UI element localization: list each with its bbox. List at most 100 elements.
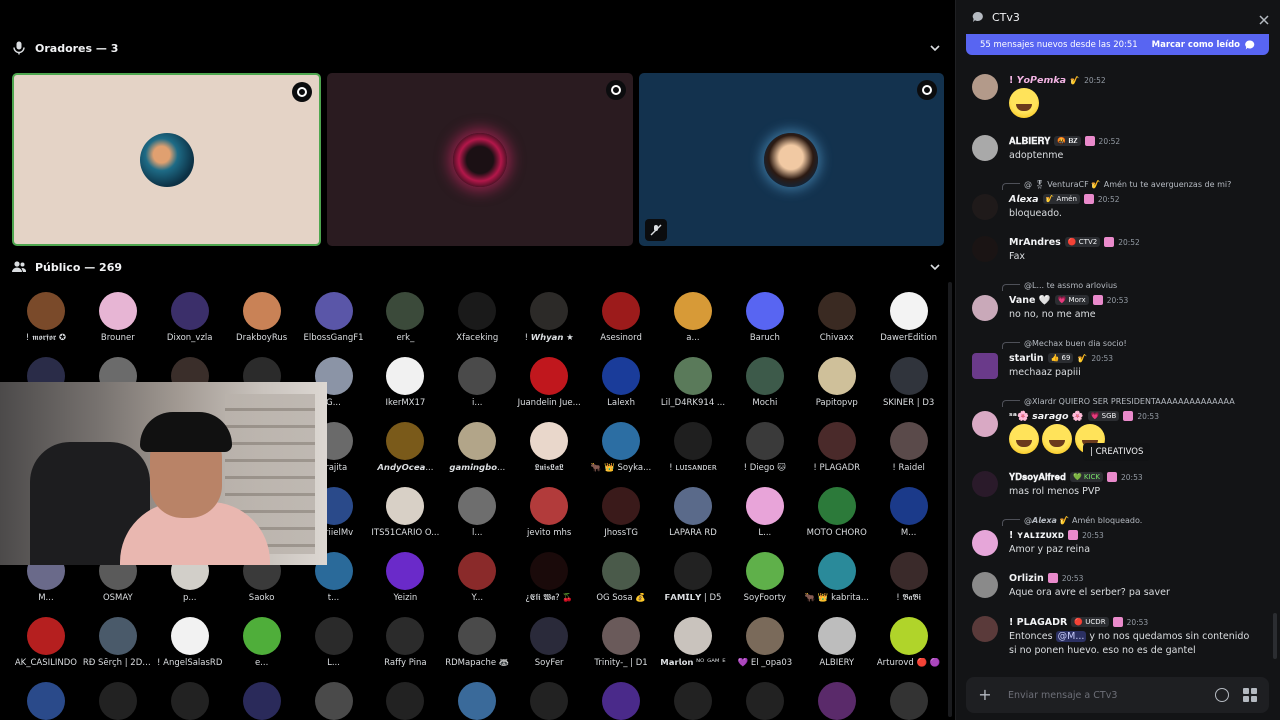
reply-preview[interactable]: @Mechax buen dia socio! (1002, 337, 1272, 349)
reply-preview[interactable]: @L... te assmo arlovius (1002, 279, 1272, 291)
audience-member[interactable]: ! 𝕭𝖆𝕭𝖎 (873, 552, 945, 605)
audience-member[interactable]: Asesinord (585, 292, 657, 345)
scrollbar[interactable] (1273, 613, 1277, 659)
avatar[interactable] (602, 552, 641, 590)
avatar[interactable] (602, 682, 641, 720)
avatar[interactable] (602, 617, 641, 655)
avatar[interactable] (972, 471, 998, 497)
audience-member[interactable]: Xfaceking (441, 292, 513, 345)
avatar[interactable] (972, 295, 998, 321)
plus-icon[interactable]: + (978, 687, 992, 703)
audience-member[interactable]: IkerMX17 (369, 357, 441, 410)
chevron-down-icon[interactable] (928, 41, 942, 55)
audience-member[interactable]: Brouner (82, 292, 154, 345)
avatar[interactable] (817, 487, 856, 525)
audience-member[interactable]: ! ʟᴜɪsᴀɴᴅᴇʀ (657, 422, 729, 475)
chat-message[interactable]: @𝘼𝙡𝙚𝙭𝙖 🎷 Amén bloqueado. ! ʏᴀʟɪᴢᴜxᴅ 20:5… (972, 514, 1272, 557)
avatar[interactable] (530, 422, 569, 460)
avatar[interactable] (745, 682, 784, 720)
avatar[interactable] (386, 552, 425, 590)
audience-member[interactable]: ! Diego 🐱 (729, 422, 801, 475)
avatar[interactable] (242, 292, 281, 330)
audience-member[interactable]: Raffy Pina (369, 617, 441, 670)
message-author[interactable]: ! ʏᴀʟɪᴢᴜxᴅ (1009, 530, 1064, 541)
avatar[interactable] (386, 422, 425, 460)
avatar[interactable] (673, 682, 712, 720)
message-author[interactable]: ! PLAGADR (1009, 617, 1067, 628)
audience-member[interactable] (441, 682, 513, 720)
audience-member[interactable]: OG Sosa 💰 (585, 552, 657, 605)
audience-member[interactable]: ! 𝙒𝙝𝙮𝙖𝙣 ★ (513, 292, 585, 345)
audience-member[interactable]: Trinity-_ | D1 (585, 617, 657, 670)
avatar[interactable] (314, 617, 353, 655)
avatar[interactable] (817, 682, 856, 720)
audience-member[interactable]: e... (226, 617, 298, 670)
chat-message[interactable]: @ 🎖 VenturaCF 🎷 Amén tu te averguenzas d… (972, 178, 1272, 221)
speaker-tile[interactable] (638, 73, 944, 246)
audience-member[interactable]: ! PLAGADR (801, 422, 873, 475)
audience-member[interactable]: ALBIERY (801, 617, 873, 670)
audience-member[interactable]: SKINER | D3 (873, 357, 945, 410)
audience-member[interactable]: 𝗙𝗔𝗠𝗜𝗟𝗬 | D5 (657, 552, 729, 605)
reply-preview[interactable]: @𝘼𝙡𝙚𝙭𝙖 🎷 Amén bloqueado. (1002, 514, 1272, 526)
avatar[interactable] (673, 487, 712, 525)
audience-member[interactable]: 𝗠𝗮𝗿𝗹𝗼𝗻 ᴺᴼ ᴳᴬᴹ ᴱ (657, 617, 729, 670)
audience-member[interactable]: SoyFer (513, 617, 585, 670)
avatar[interactable] (673, 357, 712, 395)
audience-member[interactable]: Lalexh (585, 357, 657, 410)
avatar[interactable] (530, 617, 569, 655)
audience-member[interactable] (513, 682, 585, 720)
avatar[interactable] (817, 292, 856, 330)
avatar[interactable] (673, 552, 712, 590)
reply-preview[interactable]: @Xlardr QUIERO SER PRESIDENTAAAAAAAAAAAA… (1002, 395, 1272, 407)
avatar[interactable] (386, 617, 425, 655)
chevron-down-icon[interactable] (928, 260, 942, 274)
audience-member[interactable]: Juandelin Jue... (513, 357, 585, 410)
audience-member[interactable] (226, 682, 298, 720)
avatar[interactable] (972, 353, 998, 379)
new-messages-banner[interactable]: 55 mensajes nuevos desde las 20:51 Marca… (966, 34, 1269, 55)
audience-member[interactable] (657, 682, 729, 720)
audience-member[interactable]: Lil_D4RK914 ... (657, 357, 729, 410)
audience-member[interactable]: 🐂 👑 kabrita... (801, 552, 873, 605)
avatar[interactable] (170, 292, 209, 330)
avatar[interactable] (458, 682, 497, 720)
message-input[interactable] (1008, 689, 1208, 701)
avatar[interactable] (972, 411, 998, 437)
avatar[interactable] (745, 487, 784, 525)
avatar[interactable] (972, 236, 998, 262)
audience-member[interactable]: RDMapache 🦝 (441, 617, 513, 670)
message-author[interactable]: 𝐀𝐋𝐁𝐈𝐄𝐑𝐘 (1009, 136, 1050, 147)
avatar[interactable] (242, 682, 281, 720)
audience-member[interactable]: Dixon_vzla (154, 292, 226, 345)
avatar[interactable] (972, 616, 998, 642)
avatar[interactable] (530, 487, 569, 525)
avatar[interactable] (386, 292, 425, 330)
avatar[interactable] (673, 292, 712, 330)
avatar[interactable] (458, 422, 497, 460)
avatar[interactable] (530, 682, 569, 720)
audience-member[interactable] (801, 682, 873, 720)
avatar[interactable] (972, 572, 998, 598)
avatar[interactable] (673, 422, 712, 460)
avatar[interactable] (26, 682, 65, 720)
avatar[interactable] (889, 552, 928, 590)
avatar[interactable] (170, 682, 209, 720)
audience-member[interactable]: 𝕷𝖚𝖎𝖘𝕷𝖆𝕷 (513, 422, 585, 475)
audience-member[interactable] (369, 682, 441, 720)
avatar[interactable] (602, 487, 641, 525)
avatar[interactable] (98, 292, 137, 330)
avatar[interactable] (530, 292, 569, 330)
message-composer[interactable]: + (966, 677, 1269, 713)
avatar[interactable] (386, 682, 425, 720)
message-author[interactable]: ! 𝙔𝙤𝙋𝙚𝙢𝙠𝙖 (1009, 75, 1066, 86)
chat-message[interactable]: ! 𝙔𝙤𝙋𝙚𝙢𝙠𝙖 🎷 20:52 (972, 74, 1272, 123)
chat-message[interactable]: 𝐀𝐋𝐁𝐈𝐄𝐑𝐘 🤬 𝐁𝐙 20:52 adoptenme (972, 135, 1272, 163)
avatar[interactable] (673, 617, 712, 655)
avatar[interactable] (98, 682, 137, 720)
avatar[interactable] (314, 682, 353, 720)
avatar[interactable] (889, 617, 928, 655)
audience-member[interactable]: ! 𝖒𝖔𝖗𝖋𝖔𝖗 ✪ (10, 292, 82, 345)
audience-member[interactable]: M... (873, 487, 945, 540)
message-author[interactable]: 𝘀𝘁𝗮𝗿𝗹𝗶𝗻 (1009, 353, 1044, 364)
